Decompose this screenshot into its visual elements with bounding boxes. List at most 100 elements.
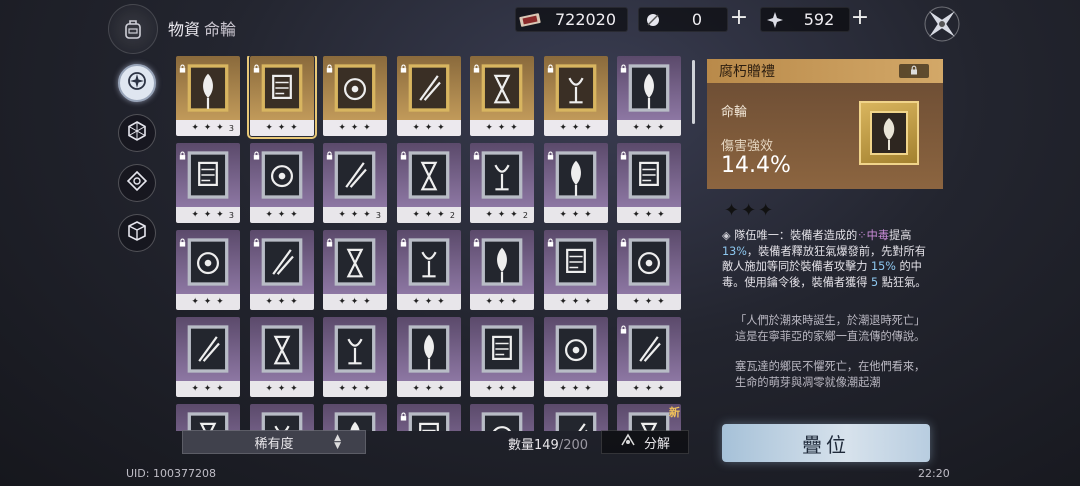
item-card[interactable]: ✦ ✦ ✦ — [544, 317, 608, 397]
lock-icon — [325, 58, 334, 73]
item-card[interactable]: ✦ ✦ ✦ — [250, 143, 314, 223]
item-rarity: ✦ ✦ ✦ — [250, 207, 314, 223]
detail-header: 腐朽贈禮 — [707, 59, 943, 83]
item-card[interactable]: ✦ ✦ ✦ 2 — [397, 143, 461, 223]
item-rarity: ✦ ✦ ✦ 3 — [176, 207, 240, 223]
detail-lore: 「人們於潮來時誕生，於潮退時死亡」 這是在寧菲亞的家鄉一直流傳的傳說。 塞瓦達的… — [735, 313, 935, 390]
item-stars: ✦ ✦ ✦ — [191, 210, 225, 220]
item-card[interactable]: ✦ ✦ ✦ — [544, 56, 608, 136]
item-card[interactable]: ✦ ✦ ✦ — [176, 230, 240, 310]
nav-cube-tab[interactable] — [118, 214, 156, 252]
currency-ticket: 722020 — [515, 7, 628, 32]
currency-crystal: 592 — [760, 7, 850, 32]
new-badge: 新 — [669, 406, 680, 419]
item-card[interactable] — [176, 404, 240, 431]
item-card[interactable]: ✦ ✦ ✦ — [250, 230, 314, 310]
item-card[interactable]: ✦ ✦ ✦ — [323, 56, 387, 136]
item-card[interactable]: ✦ ✦ ✦ 3 — [176, 56, 240, 136]
item-card[interactable]: ✦ ✦ ✦ — [470, 56, 534, 136]
lock-icon — [178, 232, 187, 247]
item-card[interactable]: ✦ ✦ ✦ — [323, 230, 387, 310]
item-rarity: ✦ ✦ ✦ — [250, 294, 314, 310]
item-stars: ✦ ✦ ✦ — [191, 297, 225, 307]
item-artwork-icon — [334, 151, 376, 199]
lore-quote: 「人們於潮來時誕生，於潮退時死亡」 — [735, 314, 926, 327]
item-card[interactable]: ✦ ✦ ✦ — [617, 317, 681, 397]
diamond-target-icon — [126, 170, 148, 196]
item-rarity: ✦ ✦ ✦ — [397, 381, 461, 397]
add-crystal-button[interactable]: + — [849, 7, 871, 30]
item-card[interactable]: ✦ ✦ ✦ — [617, 143, 681, 223]
item-card[interactable]: ✦ ✦ ✦ — [470, 230, 534, 310]
sort-order-icon[interactable]: ▲ ▼ — [334, 434, 341, 451]
lock-icon — [399, 406, 408, 421]
item-stars: ✦ ✦ ✦ — [412, 297, 446, 307]
decompose-button[interactable]: 分解 — [601, 430, 689, 454]
item-stars: ✦ ✦ ✦ — [265, 297, 299, 307]
effect-num3: 5 — [871, 275, 879, 289]
sort-rarity-select[interactable]: 稀有度 ▲ ▼ — [182, 430, 366, 454]
detail-stat-value: 14.4% — [721, 153, 791, 178]
item-artwork-icon — [261, 412, 303, 431]
item-card[interactable]: ✦ ✦ ✦ — [397, 230, 461, 310]
item-stars: ✦ ✦ ✦ — [485, 384, 519, 394]
item-stars: ✦ ✦ ✦ — [265, 210, 299, 220]
item-card[interactable]: ✦ ✦ ✦ 3 — [323, 143, 387, 223]
item-rarity: ✦ ✦ ✦ 3 — [323, 207, 387, 223]
item-rarity: ✦ ✦ ✦ — [323, 294, 387, 310]
top-bar: 物資 命輪 722020 0 + 592 + — [0, 0, 1080, 54]
item-card[interactable]: ✦ ✦ ✦ — [397, 56, 461, 136]
item-thumbnail — [323, 317, 387, 381]
item-artwork-icon — [555, 64, 597, 112]
item-artwork-icon — [334, 412, 376, 431]
item-count-value: 數量149 — [508, 438, 559, 453]
compass-menu-icon[interactable] — [920, 2, 964, 46]
item-artwork-icon — [261, 64, 303, 112]
item-card[interactable]: ✦ ✦ ✦ — [397, 317, 461, 397]
item-card[interactable]: ✦ ✦ ✦ — [544, 143, 608, 223]
item-artwork-icon — [555, 151, 597, 199]
effect-keyword: 中毒 — [866, 229, 890, 242]
item-card[interactable]: ✦ ✦ ✦ 2 — [470, 143, 534, 223]
item-stars: ✦ ✦ ✦ — [412, 210, 446, 220]
nav-target-tab[interactable] — [118, 164, 156, 202]
stack-button[interactable]: 疊位 — [722, 424, 930, 462]
item-artwork-icon — [481, 64, 523, 112]
currency-ticket-value: 722020 — [554, 10, 617, 29]
detail-stat-name: 傷害強效 — [721, 139, 774, 154]
lock-icon — [619, 319, 628, 334]
lock-icon — [252, 58, 261, 73]
nav-hexagon-tab[interactable] — [118, 114, 156, 152]
item-card[interactable]: ✦ ✦ ✦ — [176, 317, 240, 397]
item-card[interactable]: ✦ ✦ ✦ — [250, 317, 314, 397]
item-stars: ✦ ✦ ✦ — [265, 123, 299, 133]
grid-scrollbar[interactable] — [692, 60, 695, 124]
feather-orb-icon — [639, 7, 667, 32]
item-card[interactable]: ✦ ✦ ✦ 3 — [176, 143, 240, 223]
item-rarity: ✦ ✦ ✦ — [323, 381, 387, 397]
add-orb-button[interactable]: + — [728, 7, 750, 30]
item-rarity: ✦ ✦ ✦ — [470, 120, 534, 136]
item-card[interactable] — [250, 404, 314, 431]
item-card[interactable]: ✦ ✦ ✦ — [247, 56, 317, 139]
item-artwork-icon — [408, 151, 450, 199]
item-rarity: ✦ ✦ ✦ — [470, 381, 534, 397]
item-card[interactable]: ✦ ✦ ✦ — [617, 56, 681, 136]
item-card[interactable] — [470, 404, 534, 431]
item-card[interactable]: ✦ ✦ ✦ — [470, 317, 534, 397]
lock-toggle-button[interactable] — [899, 64, 929, 78]
item-card[interactable] — [323, 404, 387, 431]
item-rarity: ✦ ✦ ✦ — [617, 381, 681, 397]
item-card[interactable]: ✦ ✦ ✦ — [544, 230, 608, 310]
item-rarity: ✦ ✦ ✦ — [323, 120, 387, 136]
nav-wheel-tab[interactable] — [118, 64, 156, 102]
item-thumbnail — [544, 317, 608, 381]
effect-num2: 15% — [871, 260, 896, 273]
item-card[interactable] — [544, 404, 608, 431]
item-card[interactable]: ✦ ✦ ✦ — [323, 317, 387, 397]
item-stars: ✦ ✦ ✦ — [485, 297, 519, 307]
item-card[interactable] — [397, 404, 461, 431]
effect-prefix: 隊伍唯一：裝備者造成的 — [734, 229, 858, 242]
cube-icon — [126, 220, 148, 246]
item-card[interactable]: ✦ ✦ ✦ — [617, 230, 681, 310]
